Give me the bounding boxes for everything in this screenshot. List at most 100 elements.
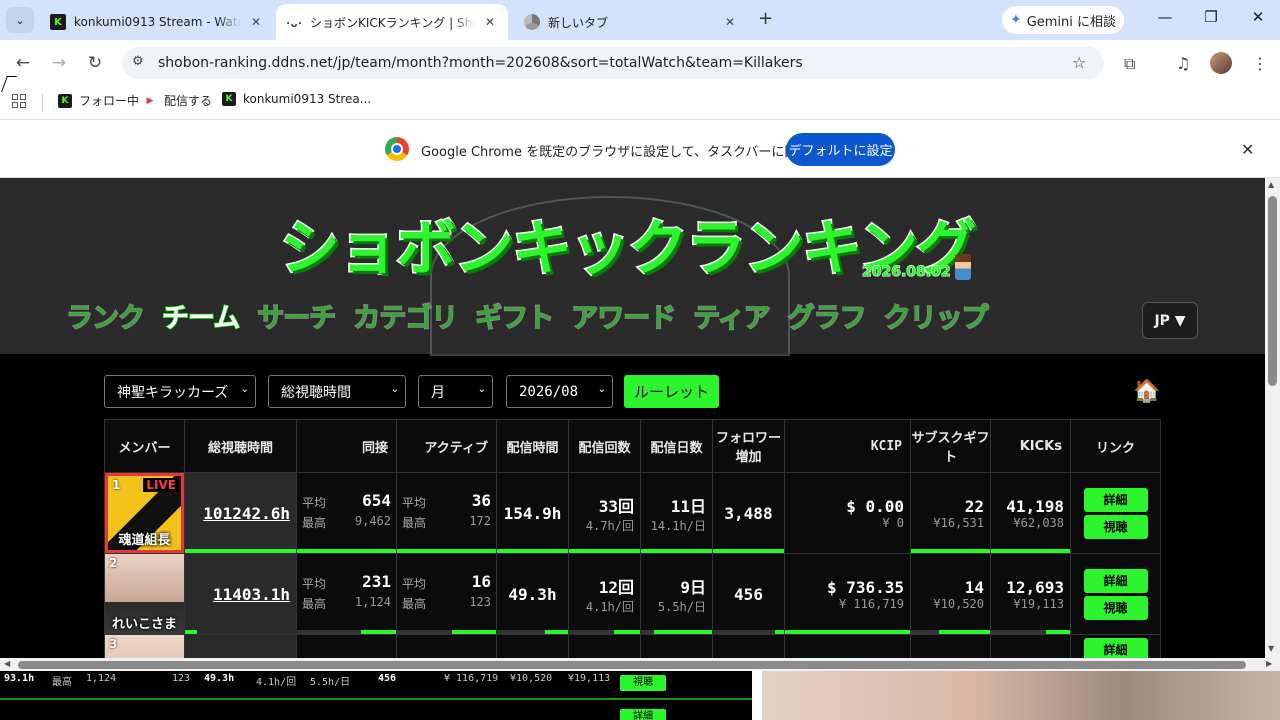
col-follower-gain[interactable]: フォロワー増加 — [712, 419, 785, 473]
active-max: 172 — [469, 514, 491, 528]
member-avatar[interactable]: 3 — [105, 635, 184, 658]
bookmark-following[interactable]: K フォロー中 — [58, 92, 139, 109]
infobar-close-icon[interactable]: ✕ — [1241, 140, 1254, 159]
menu-kebab-icon[interactable]: ⋮ — [1252, 54, 1268, 73]
preview-detail-button[interactable]: 詳細 — [620, 709, 666, 720]
progress-bar — [774, 630, 784, 634]
forward-arrow-icon[interactable]: → — [47, 52, 71, 74]
member-avatar[interactable]: 1 LIVE 魂道組長 — [105, 473, 184, 553]
col-kicks[interactable]: KICKs — [990, 419, 1071, 473]
team-select-value: 神聖キラッカーズ — [117, 384, 229, 401]
horizontal-scrollbar[interactable]: ◀ ▶ — [0, 658, 1280, 671]
member-cell[interactable]: 3 — [104, 634, 185, 658]
col-stream-days[interactable]: 配信日数 — [640, 419, 713, 473]
close-window-icon[interactable]: ✕ — [1243, 8, 1273, 26]
profile-avatar[interactable] — [1210, 52, 1232, 74]
nav-clip[interactable]: クリップ — [883, 302, 990, 336]
month-select[interactable]: 2026/08 ⌄ — [506, 375, 613, 408]
nav-team[interactable]: チーム — [161, 302, 241, 336]
nav-tier[interactable]: ティア — [692, 302, 771, 336]
subs-count: 22 — [964, 496, 984, 516]
kcip-usd: $ 0.00 — [846, 496, 904, 516]
home-icon[interactable]: 🏠 — [1133, 379, 1160, 404]
nav-gift[interactable]: ギフト — [474, 302, 555, 336]
subs-cell — [910, 634, 991, 658]
close-tab-icon[interactable]: ✕ — [482, 15, 498, 29]
avg-label: 平均 — [302, 496, 327, 510]
nav-award[interactable]: アワード — [570, 302, 677, 336]
detail-button[interactable]: 詳細 — [1083, 568, 1148, 593]
stream-time: 154.9h — [503, 503, 562, 523]
col-stream-time[interactable]: 配信時間 — [496, 419, 569, 473]
total-watch-link[interactable]: 11403.1h — [213, 585, 290, 604]
watch-button[interactable]: 視聴 — [1083, 514, 1148, 539]
set-default-button[interactable]: デフォルトに設定 — [786, 133, 895, 166]
col-kcip[interactable]: KCIP — [784, 419, 911, 473]
reload-icon[interactable]: ↻ — [83, 52, 107, 74]
nav-rank[interactable]: ランク — [65, 302, 146, 336]
gemini-button[interactable]: ✦ Gemini に相談 — [1002, 6, 1124, 34]
site-info-icon[interactable]: ⚙ — [132, 54, 144, 69]
close-tab-icon[interactable]: ✕ — [722, 15, 738, 29]
apps-grid-icon[interactable] — [12, 94, 26, 108]
max-label: 最高 — [302, 597, 327, 611]
new-tab-button[interactable]: + — [758, 10, 773, 28]
tab-shobon-ranking[interactable]: ･ᴗ･ ショボンKICKランキング | Shobon K ✕ — [276, 4, 508, 40]
watch-button[interactable]: 視聴 — [1083, 595, 1148, 620]
detail-button[interactable]: 詳細 — [1083, 638, 1148, 658]
extensions-icon[interactable]: ⧉ — [1124, 54, 1135, 74]
bookmark-go-live[interactable]: ▶ 配信する — [143, 92, 212, 109]
col-active[interactable]: アクティブ — [396, 419, 497, 473]
url-text[interactable]: shobon-ranking.ddns.net/jp/team/month?mo… — [158, 55, 803, 71]
tab-kick-stream[interactable]: K konkumi0913 Stream - Watch L ✕ — [40, 4, 274, 40]
progress-bar — [185, 549, 296, 553]
tab-new-tab[interactable]: 新しいタブ ✕ — [514, 4, 748, 40]
scroll-left-arrow-icon[interactable]: ◀ — [4, 659, 10, 668]
stream-time: 49.3h — [508, 584, 557, 604]
tab-search-button[interactable]: ⌄ — [6, 7, 34, 33]
member-avatar[interactable]: 2 れいこさま — [105, 554, 184, 634]
col-total-watch[interactable]: 総視聴時間 — [184, 419, 297, 473]
scroll-up-arrow-icon[interactable]: ▲ — [1268, 180, 1274, 189]
nav-search[interactable]: サーチ — [256, 302, 337, 336]
vertical-scrollbar[interactable]: ▲ ▼ — [1265, 178, 1280, 658]
back-arrow-icon[interactable]: ← — [11, 52, 35, 74]
language-select[interactable]: JP ▼ — [1142, 302, 1198, 339]
col-viewers[interactable]: 同接 — [296, 419, 397, 473]
bookmark-star-icon[interactable]: ☆ — [1072, 53, 1086, 72]
subs-jpy: ¥16,531 — [933, 515, 984, 530]
table-row: 2 れいこさま 11403.1h 平均 最高 231 1,124 平均 最高 16 12… — [104, 553, 1161, 635]
scroll-down-arrow-icon[interactable]: ▼ — [1268, 644, 1274, 653]
site-date: 2026.08.02 — [862, 264, 952, 281]
preview-cell: 49.3h — [204, 673, 235, 684]
member-name: れいこさま — [111, 617, 177, 632]
col-sub-gift[interactable]: サブスクギフト — [910, 419, 991, 473]
team-select[interactable]: 神聖キラッカーズ ⌄ — [104, 375, 256, 408]
total-watch-link[interactable]: 101242.6h — [203, 504, 290, 523]
nav-category[interactable]: カテゴリ — [352, 302, 459, 336]
preview-cell: ¥10,520 — [510, 673, 553, 684]
bookmark-konkumi-stream[interactable]: K konkumi0913 Strea... — [222, 92, 371, 106]
member-cell[interactable]: 1 LIVE 魂道組長 — [104, 472, 185, 554]
sort-select[interactable]: 総視聴時間 ⌄ — [268, 375, 406, 408]
scroll-right-arrow-icon[interactable]: ▶ — [1266, 659, 1272, 668]
restore-icon[interactable]: ❐ — [1196, 8, 1226, 26]
member-cell[interactable]: 2 れいこさま — [104, 553, 185, 635]
vertical-scroll-thumb[interactable] — [1268, 196, 1277, 386]
horizontal-scroll-thumb[interactable] — [18, 661, 1246, 669]
nav-graph[interactable]: グラフ — [787, 302, 868, 336]
detail-button[interactable]: 詳細 — [1083, 487, 1148, 512]
minimize-icon[interactable]: — — [1150, 8, 1180, 26]
close-tab-icon[interactable]: ✕ — [248, 15, 264, 29]
col-member[interactable]: メンバー — [104, 419, 185, 473]
viewers-max: 1,124 — [354, 595, 391, 609]
preview-watch-button[interactable]: 視聴 — [620, 675, 666, 691]
media-control-icon[interactable]: ♫ — [1176, 54, 1190, 73]
period-select[interactable]: 月 ⌄ — [418, 375, 493, 408]
col-stream-count[interactable]: 配信回数 — [568, 419, 641, 473]
shobon-favicon-icon: ･ᴗ･ — [285, 18, 303, 30]
sort-select-value: 総視聴時間 — [281, 384, 351, 401]
followers-cell: 3,488 — [712, 472, 785, 554]
roulette-button[interactable]: ルーレット — [624, 375, 719, 408]
preview-cell: 93.1h — [4, 673, 35, 684]
